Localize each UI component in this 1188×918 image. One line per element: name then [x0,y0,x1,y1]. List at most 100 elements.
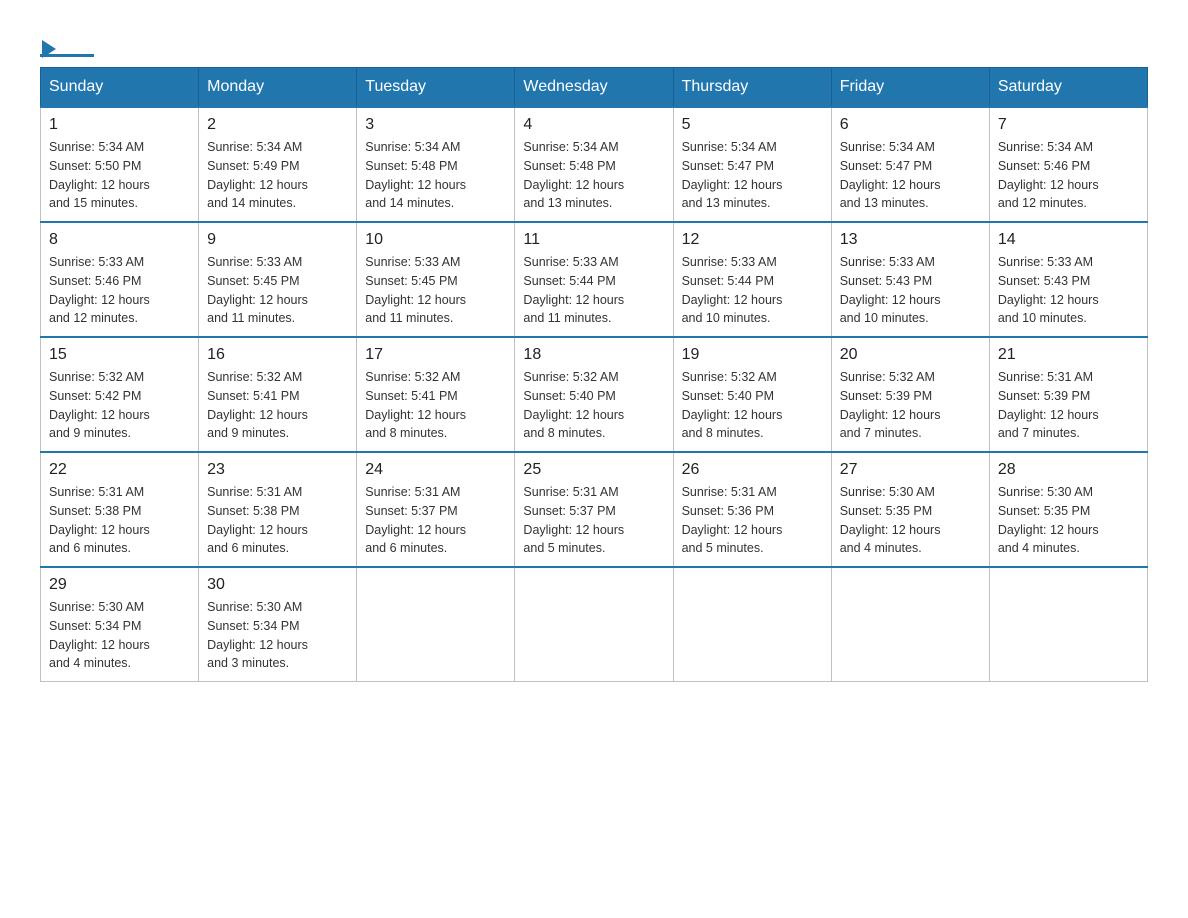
day-info: Sunrise: 5:34 AMSunset: 5:48 PMDaylight:… [365,140,466,210]
day-info: Sunrise: 5:34 AMSunset: 5:50 PMDaylight:… [49,140,150,210]
day-info: Sunrise: 5:31 AMSunset: 5:38 PMDaylight:… [49,485,150,555]
day-number: 2 [207,116,348,134]
day-number: 5 [682,116,823,134]
day-number: 18 [523,346,664,364]
day-info: Sunrise: 5:33 AMSunset: 5:45 PMDaylight:… [365,255,466,325]
day-info: Sunrise: 5:33 AMSunset: 5:43 PMDaylight:… [998,255,1099,325]
day-number: 15 [49,346,190,364]
day-number: 13 [840,231,981,249]
header-saturday: Saturday [989,68,1147,108]
day-number: 1 [49,116,190,134]
calendar-cell: 19 Sunrise: 5:32 AMSunset: 5:40 PMDaylig… [673,337,831,452]
week-row-2: 8 Sunrise: 5:33 AMSunset: 5:46 PMDayligh… [41,222,1148,337]
calendar-cell [515,567,673,682]
calendar-cell: 12 Sunrise: 5:33 AMSunset: 5:44 PMDaylig… [673,222,831,337]
calendar-cell: 10 Sunrise: 5:33 AMSunset: 5:45 PMDaylig… [357,222,515,337]
day-number: 28 [998,461,1139,479]
day-number: 24 [365,461,506,479]
day-number: 30 [207,576,348,594]
header-thursday: Thursday [673,68,831,108]
week-row-3: 15 Sunrise: 5:32 AMSunset: 5:42 PMDaylig… [41,337,1148,452]
calendar-cell: 2 Sunrise: 5:34 AMSunset: 5:49 PMDayligh… [199,107,357,222]
day-info: Sunrise: 5:34 AMSunset: 5:48 PMDaylight:… [523,140,624,210]
calendar-cell [989,567,1147,682]
calendar-cell: 21 Sunrise: 5:31 AMSunset: 5:39 PMDaylig… [989,337,1147,452]
header-friday: Friday [831,68,989,108]
day-info: Sunrise: 5:33 AMSunset: 5:44 PMDaylight:… [523,255,624,325]
calendar-cell: 3 Sunrise: 5:34 AMSunset: 5:48 PMDayligh… [357,107,515,222]
day-number: 10 [365,231,506,249]
day-number: 4 [523,116,664,134]
header-wednesday: Wednesday [515,68,673,108]
calendar-cell: 6 Sunrise: 5:34 AMSunset: 5:47 PMDayligh… [831,107,989,222]
day-number: 6 [840,116,981,134]
calendar-header-row: SundayMondayTuesdayWednesdayThursdayFrid… [41,68,1148,108]
calendar-cell: 24 Sunrise: 5:31 AMSunset: 5:37 PMDaylig… [357,452,515,567]
day-number: 16 [207,346,348,364]
calendar-cell: 4 Sunrise: 5:34 AMSunset: 5:48 PMDayligh… [515,107,673,222]
day-number: 25 [523,461,664,479]
day-number: 14 [998,231,1139,249]
day-number: 12 [682,231,823,249]
calendar-cell: 15 Sunrise: 5:32 AMSunset: 5:42 PMDaylig… [41,337,199,452]
day-info: Sunrise: 5:30 AMSunset: 5:35 PMDaylight:… [998,485,1099,555]
day-info: Sunrise: 5:30 AMSunset: 5:34 PMDaylight:… [207,600,308,670]
calendar-cell: 30 Sunrise: 5:30 AMSunset: 5:34 PMDaylig… [199,567,357,682]
day-number: 19 [682,346,823,364]
calendar-cell: 27 Sunrise: 5:30 AMSunset: 5:35 PMDaylig… [831,452,989,567]
header-monday: Monday [199,68,357,108]
day-info: Sunrise: 5:31 AMSunset: 5:37 PMDaylight:… [523,485,624,555]
day-number: 23 [207,461,348,479]
calendar-cell: 23 Sunrise: 5:31 AMSunset: 5:38 PMDaylig… [199,452,357,567]
day-info: Sunrise: 5:32 AMSunset: 5:40 PMDaylight:… [682,370,783,440]
day-info: Sunrise: 5:34 AMSunset: 5:46 PMDaylight:… [998,140,1099,210]
day-info: Sunrise: 5:30 AMSunset: 5:35 PMDaylight:… [840,485,941,555]
day-info: Sunrise: 5:33 AMSunset: 5:44 PMDaylight:… [682,255,783,325]
calendar-cell: 8 Sunrise: 5:33 AMSunset: 5:46 PMDayligh… [41,222,199,337]
day-info: Sunrise: 5:32 AMSunset: 5:41 PMDaylight:… [365,370,466,440]
day-number: 17 [365,346,506,364]
day-number: 27 [840,461,981,479]
day-info: Sunrise: 5:31 AMSunset: 5:39 PMDaylight:… [998,370,1099,440]
day-info: Sunrise: 5:33 AMSunset: 5:45 PMDaylight:… [207,255,308,325]
day-info: Sunrise: 5:32 AMSunset: 5:39 PMDaylight:… [840,370,941,440]
week-row-5: 29 Sunrise: 5:30 AMSunset: 5:34 PMDaylig… [41,567,1148,682]
calendar-cell: 18 Sunrise: 5:32 AMSunset: 5:40 PMDaylig… [515,337,673,452]
calendar-cell: 16 Sunrise: 5:32 AMSunset: 5:41 PMDaylig… [199,337,357,452]
day-info: Sunrise: 5:34 AMSunset: 5:47 PMDaylight:… [840,140,941,210]
calendar-cell: 11 Sunrise: 5:33 AMSunset: 5:44 PMDaylig… [515,222,673,337]
day-number: 20 [840,346,981,364]
day-number: 21 [998,346,1139,364]
calendar-cell: 5 Sunrise: 5:34 AMSunset: 5:47 PMDayligh… [673,107,831,222]
day-number: 8 [49,231,190,249]
calendar-cell: 22 Sunrise: 5:31 AMSunset: 5:38 PMDaylig… [41,452,199,567]
week-row-4: 22 Sunrise: 5:31 AMSunset: 5:38 PMDaylig… [41,452,1148,567]
day-info: Sunrise: 5:32 AMSunset: 5:40 PMDaylight:… [523,370,624,440]
calendar-cell: 17 Sunrise: 5:32 AMSunset: 5:41 PMDaylig… [357,337,515,452]
calendar-cell: 14 Sunrise: 5:33 AMSunset: 5:43 PMDaylig… [989,222,1147,337]
header-tuesday: Tuesday [357,68,515,108]
calendar-cell: 28 Sunrise: 5:30 AMSunset: 5:35 PMDaylig… [989,452,1147,567]
day-info: Sunrise: 5:33 AMSunset: 5:46 PMDaylight:… [49,255,150,325]
logo [40,40,96,57]
day-number: 11 [523,231,664,249]
calendar-cell [673,567,831,682]
day-number: 3 [365,116,506,134]
day-number: 7 [998,116,1139,134]
calendar-table: SundayMondayTuesdayWednesdayThursdayFrid… [40,67,1148,682]
page-header [40,30,1148,57]
calendar-cell: 1 Sunrise: 5:34 AMSunset: 5:50 PMDayligh… [41,107,199,222]
calendar-cell: 9 Sunrise: 5:33 AMSunset: 5:45 PMDayligh… [199,222,357,337]
header-sunday: Sunday [41,68,199,108]
day-info: Sunrise: 5:34 AMSunset: 5:47 PMDaylight:… [682,140,783,210]
day-info: Sunrise: 5:33 AMSunset: 5:43 PMDaylight:… [840,255,941,325]
day-number: 9 [207,231,348,249]
calendar-cell: 26 Sunrise: 5:31 AMSunset: 5:36 PMDaylig… [673,452,831,567]
calendar-cell: 29 Sunrise: 5:30 AMSunset: 5:34 PMDaylig… [41,567,199,682]
day-number: 26 [682,461,823,479]
day-info: Sunrise: 5:31 AMSunset: 5:36 PMDaylight:… [682,485,783,555]
day-number: 29 [49,576,190,594]
calendar-cell [831,567,989,682]
calendar-cell [357,567,515,682]
calendar-cell: 13 Sunrise: 5:33 AMSunset: 5:43 PMDaylig… [831,222,989,337]
